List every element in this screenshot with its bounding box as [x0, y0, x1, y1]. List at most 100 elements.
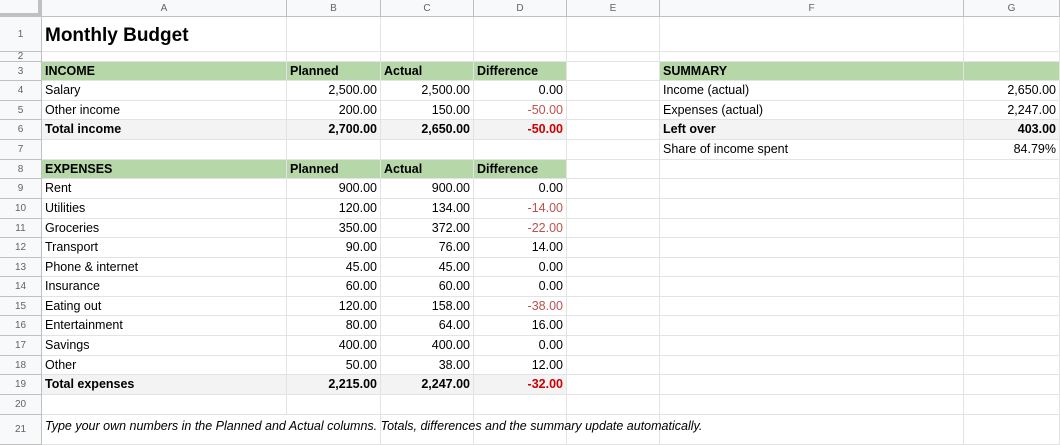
empty-cell[interactable]	[964, 375, 1060, 395]
empty-cell[interactable]	[567, 62, 660, 81]
instructions-note[interactable]: Type your own numbers in the Planned and…	[42, 415, 702, 445]
row-header-6[interactable]: 6	[0, 120, 42, 140]
expense-difference-cell[interactable]: 0.00	[474, 277, 567, 297]
row-header-7[interactable]: 7	[0, 140, 42, 160]
column-header-f[interactable]: F	[660, 0, 964, 17]
empty-cell[interactable]	[964, 199, 1060, 219]
empty-cell[interactable]	[660, 316, 964, 336]
empty-cell[interactable]	[567, 160, 660, 179]
empty-cell[interactable]	[964, 336, 1060, 356]
expenses-actual-header[interactable]: Actual	[381, 160, 474, 179]
summary-header[interactable]: SUMMARY	[660, 62, 964, 81]
empty-cell[interactable]	[381, 140, 474, 160]
expense-label-cell[interactable]: Transport	[42, 238, 287, 258]
empty-cell[interactable]	[567, 81, 660, 101]
row-header-21[interactable]: 21	[0, 415, 42, 445]
expense-planned-cell[interactable]: 350.00	[287, 219, 381, 238]
summary-value-cell[interactable]: 84.79%	[964, 140, 1060, 160]
empty-cell[interactable]	[964, 160, 1060, 179]
income-actual-cell[interactable]: 2,500.00	[381, 81, 474, 101]
expense-actual-cell[interactable]: 60.00	[381, 277, 474, 297]
total-income-planned[interactable]: 2,700.00	[287, 120, 381, 140]
empty-cell[interactable]	[287, 395, 381, 415]
empty-cell[interactable]	[567, 52, 660, 62]
column-header-g[interactable]: G	[964, 0, 1060, 17]
empty-cell[interactable]	[660, 199, 964, 219]
empty-cell[interactable]	[567, 140, 660, 160]
empty-cell[interactable]	[567, 356, 660, 375]
empty-cell[interactable]	[964, 316, 1060, 336]
empty-cell[interactable]	[660, 219, 964, 238]
summary-header-fill[interactable]	[964, 62, 1060, 81]
empty-cell[interactable]	[42, 395, 287, 415]
row-header-5[interactable]: 5	[0, 101, 42, 120]
empty-cell[interactable]	[660, 238, 964, 258]
expense-difference-cell[interactable]: -38.00	[474, 297, 567, 316]
expense-actual-cell[interactable]: 76.00	[381, 238, 474, 258]
expense-planned-cell[interactable]: 60.00	[287, 277, 381, 297]
empty-cell[interactable]	[964, 356, 1060, 375]
expense-planned-cell[interactable]: 120.00	[287, 297, 381, 316]
empty-cell[interactable]	[474, 52, 567, 62]
empty-cell[interactable]	[660, 336, 964, 356]
expenses-planned-header[interactable]: Planned	[287, 160, 381, 179]
expense-label-cell[interactable]: Utilities	[42, 199, 287, 219]
empty-cell[interactable]	[660, 17, 964, 52]
row-header-15[interactable]: 15	[0, 297, 42, 316]
empty-cell[interactable]	[660, 258, 964, 277]
empty-cell[interactable]	[567, 395, 660, 415]
empty-cell[interactable]	[381, 17, 474, 52]
expense-label-cell[interactable]: Savings	[42, 336, 287, 356]
expense-label-cell[interactable]: Insurance	[42, 277, 287, 297]
empty-cell[interactable]	[964, 238, 1060, 258]
summary-value-cell[interactable]: 403.00	[964, 120, 1060, 140]
empty-cell[interactable]	[42, 140, 287, 160]
empty-cell[interactable]	[567, 277, 660, 297]
summary-value-cell[interactable]: 2,247.00	[964, 101, 1060, 120]
income-planned-cell[interactable]: 2,500.00	[287, 81, 381, 101]
empty-cell[interactable]	[474, 140, 567, 160]
total-income-label[interactable]: Total income	[42, 120, 287, 140]
row-header-4[interactable]: 4	[0, 81, 42, 101]
row-header-2[interactable]: 2	[0, 52, 42, 62]
empty-cell[interactable]	[287, 52, 381, 62]
summary-label-cell[interactable]: Left over	[660, 120, 964, 140]
empty-cell[interactable]	[964, 17, 1060, 52]
income-actual-cell[interactable]: 150.00	[381, 101, 474, 120]
empty-cell[interactable]	[567, 336, 660, 356]
empty-cell[interactable]	[567, 297, 660, 316]
income-difference-cell[interactable]: -50.00	[474, 101, 567, 120]
empty-cell[interactable]	[964, 277, 1060, 297]
empty-cell[interactable]	[567, 101, 660, 120]
expense-label-cell[interactable]: Groceries	[42, 219, 287, 238]
empty-cell[interactable]	[660, 375, 964, 395]
expense-actual-cell[interactable]: 372.00	[381, 219, 474, 238]
page-title[interactable]: Monthly Budget	[42, 17, 287, 52]
expense-difference-cell[interactable]: 0.00	[474, 179, 567, 199]
empty-cell[interactable]	[567, 258, 660, 277]
expense-actual-cell[interactable]: 900.00	[381, 179, 474, 199]
total-expenses-planned[interactable]: 2,215.00	[287, 375, 381, 395]
expense-difference-cell[interactable]: 0.00	[474, 336, 567, 356]
empty-cell[interactable]	[964, 219, 1060, 238]
empty-cell[interactable]	[567, 316, 660, 336]
row-header-1[interactable]: 1	[0, 17, 42, 52]
column-header-e[interactable]: E	[567, 0, 660, 17]
expense-label-cell[interactable]: Eating out	[42, 297, 287, 316]
expense-difference-cell[interactable]: 12.00	[474, 356, 567, 375]
row-header-3[interactable]: 3	[0, 62, 42, 81]
income-planned-header[interactable]: Planned	[287, 62, 381, 81]
expense-difference-cell[interactable]: -14.00	[474, 199, 567, 219]
expense-actual-cell[interactable]: 64.00	[381, 316, 474, 336]
expense-actual-cell[interactable]: 400.00	[381, 336, 474, 356]
expense-difference-cell[interactable]: -22.00	[474, 219, 567, 238]
expense-planned-cell[interactable]: 50.00	[287, 356, 381, 375]
row-header-17[interactable]: 17	[0, 336, 42, 356]
empty-cell[interactable]	[660, 160, 964, 179]
empty-cell[interactable]	[567, 238, 660, 258]
empty-cell[interactable]	[474, 395, 567, 415]
column-header-c[interactable]: C	[381, 0, 474, 17]
row-header-8[interactable]: 8	[0, 160, 42, 179]
summary-value-cell[interactable]: 2,650.00	[964, 81, 1060, 101]
empty-cell[interactable]	[660, 356, 964, 375]
